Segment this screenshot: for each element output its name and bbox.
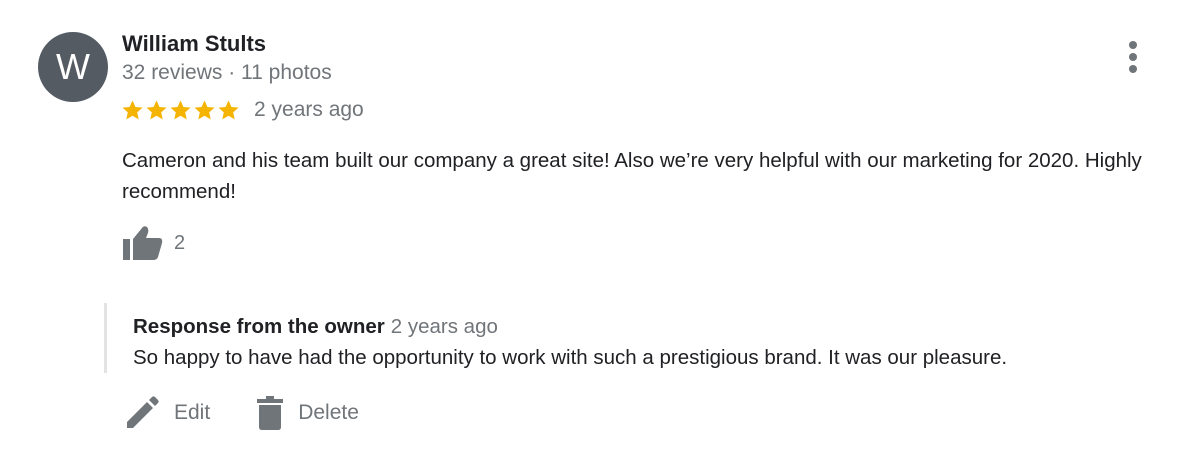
owner-response-label: Response from the owner — [133, 315, 385, 338]
rating-row: 2 years ago — [121, 98, 364, 122]
trash-icon — [257, 396, 284, 430]
avatar[interactable]: W — [38, 32, 108, 102]
star-icon — [146, 99, 167, 119]
reviewer-name[interactable]: William Stults — [122, 31, 266, 57]
owner-response: Response from the owner 2 years ago So ha… — [104, 303, 1167, 373]
star-icon — [170, 99, 191, 119]
owner-response-header: Response from the owner 2 years ago — [133, 315, 498, 339]
review-time: 2 years ago — [254, 98, 364, 121]
edit-label: Edit — [174, 401, 211, 424]
thumbs-up-icon[interactable] — [122, 224, 164, 262]
delete-button[interactable]: Delete — [256, 395, 359, 431]
more-vert-icon — [1129, 41, 1137, 73]
owner-response-text: So happy to have had the opportunity to … — [133, 346, 1008, 369]
owner-response-time: 2 years ago — [390, 315, 498, 338]
like-count: 2 — [174, 231, 186, 254]
more-options-button[interactable] — [1121, 38, 1145, 78]
review-text: Cameron and his team built our company a… — [122, 149, 1142, 203]
pencil-icon — [127, 396, 159, 428]
star-rating — [121, 99, 240, 122]
response-actions: Edit Delete — [124, 395, 359, 431]
star-icon — [218, 99, 239, 119]
delete-label: Delete — [298, 401, 359, 424]
star-icon — [122, 99, 143, 119]
edit-button[interactable]: Edit — [124, 395, 210, 431]
reviewer-meta: 32 reviews · 11 photos — [122, 61, 332, 84]
star-icon — [194, 99, 215, 119]
like-row: 2 — [122, 224, 185, 262]
avatar-initial: W — [56, 46, 90, 87]
